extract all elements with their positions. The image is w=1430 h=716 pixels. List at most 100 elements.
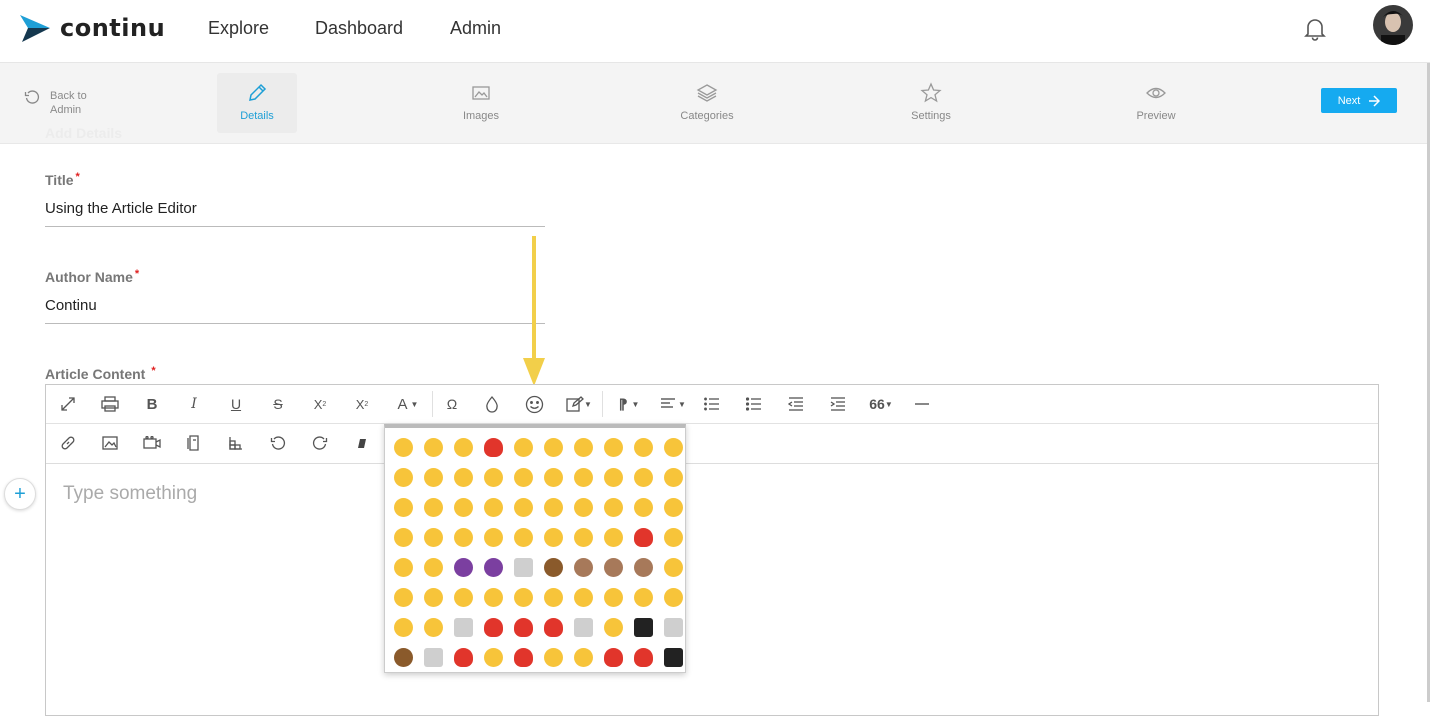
step-preview[interactable]: Preview	[1116, 73, 1196, 133]
emoji-item[interactable]	[418, 462, 448, 492]
video-icon[interactable]	[138, 432, 166, 454]
back-to-admin-link[interactable]: Back to Admin	[24, 89, 100, 117]
emoji-item[interactable]	[388, 612, 418, 642]
user-avatar[interactable]	[1373, 5, 1413, 45]
emoji-item[interactable]	[598, 552, 628, 582]
undo-icon[interactable]	[264, 432, 292, 454]
emoji-item[interactable]	[448, 492, 478, 522]
emoji-item[interactable]	[598, 612, 628, 642]
nav-admin[interactable]: Admin	[450, 18, 501, 39]
emoji-item[interactable]	[568, 432, 598, 462]
emoji-item[interactable]	[448, 612, 478, 642]
step-images[interactable]: Images	[441, 73, 521, 133]
unordered-list-icon[interactable]	[740, 393, 768, 415]
emoji-item[interactable]	[658, 612, 688, 642]
font-color-icon[interactable]: A ▼	[390, 393, 426, 415]
emoji-item[interactable]	[538, 582, 568, 612]
emoji-item[interactable]	[388, 582, 418, 612]
brand-logo[interactable]: continu	[20, 13, 165, 43]
title-input[interactable]	[45, 200, 545, 227]
notifications-bell-icon[interactable]	[1302, 16, 1328, 47]
emoji-item[interactable]	[598, 522, 628, 552]
emoji-item[interactable]	[508, 642, 538, 672]
emoji-item[interactable]	[508, 612, 538, 642]
emoji-item[interactable]	[568, 522, 598, 552]
emoji-item[interactable]	[598, 432, 628, 462]
emoji-item[interactable]	[628, 492, 658, 522]
emoji-item[interactable]	[538, 462, 568, 492]
emoji-item[interactable]	[508, 462, 538, 492]
strikethrough-icon[interactable]: S	[264, 393, 292, 415]
step-categories[interactable]: Categories	[667, 73, 747, 133]
emoji-item[interactable]	[568, 642, 598, 672]
indent-icon[interactable]	[824, 393, 852, 415]
fullscreen-icon[interactable]	[54, 393, 82, 415]
emoji-item[interactable]	[448, 642, 478, 672]
emoji-item[interactable]	[598, 582, 628, 612]
emoji-item[interactable]	[538, 612, 568, 642]
emoji-item[interactable]	[538, 432, 568, 462]
emoji-item[interactable]	[658, 432, 688, 462]
quote-icon[interactable]: 66 ▼	[866, 393, 896, 415]
emoji-item[interactable]	[658, 642, 688, 672]
emoji-item[interactable]	[448, 522, 478, 552]
emoji-item[interactable]	[418, 522, 448, 552]
emoji-item[interactable]	[598, 642, 628, 672]
emoji-item[interactable]	[448, 552, 478, 582]
emoji-item[interactable]	[478, 582, 508, 612]
emoji-item[interactable]	[658, 582, 688, 612]
emoji-item[interactable]	[568, 552, 598, 582]
print-icon[interactable]	[96, 393, 124, 415]
emoji-icon[interactable]	[520, 393, 548, 415]
emoji-item[interactable]	[568, 492, 598, 522]
superscript-icon[interactable]: X2	[348, 393, 376, 415]
bold-icon[interactable]: B	[138, 393, 166, 415]
emoji-item[interactable]	[568, 582, 598, 612]
emoji-item[interactable]	[538, 552, 568, 582]
subscript-icon[interactable]: X2	[306, 393, 334, 415]
image-icon[interactable]	[96, 432, 124, 454]
table-icon[interactable]	[222, 432, 250, 454]
ink-icon[interactable]	[478, 393, 506, 415]
emoji-item[interactable]	[628, 552, 658, 582]
emoji-item[interactable]	[418, 612, 448, 642]
outdent-icon[interactable]	[782, 393, 810, 415]
emoji-item[interactable]	[628, 612, 658, 642]
next-button[interactable]: Next	[1321, 88, 1397, 113]
emoji-item[interactable]	[598, 462, 628, 492]
align-icon[interactable]: ▼	[656, 393, 690, 415]
emoji-item[interactable]	[388, 462, 418, 492]
emoji-item[interactable]	[478, 552, 508, 582]
step-details[interactable]: Details	[217, 73, 297, 133]
redo-icon[interactable]	[306, 432, 334, 454]
emoji-item[interactable]	[478, 642, 508, 672]
emoji-item[interactable]	[628, 432, 658, 462]
emoji-item[interactable]	[448, 432, 478, 462]
emoji-item[interactable]	[418, 582, 448, 612]
nav-explore[interactable]: Explore	[208, 18, 269, 39]
emoji-item[interactable]	[658, 462, 688, 492]
content-placeholder[interactable]: Type something	[63, 483, 197, 505]
file-icon[interactable]	[180, 432, 208, 454]
author-input[interactable]	[45, 297, 545, 324]
emoji-item[interactable]	[388, 492, 418, 522]
paragraph-icon[interactable]: ⁋ ▼	[612, 393, 646, 415]
emoji-item[interactable]	[478, 522, 508, 552]
emoji-item[interactable]	[478, 612, 508, 642]
emoji-item[interactable]	[418, 432, 448, 462]
emoji-item[interactable]	[658, 522, 688, 552]
add-block-button[interactable]: +	[4, 478, 36, 510]
edit-icon[interactable]: ▼	[562, 393, 596, 415]
emoji-item[interactable]	[538, 492, 568, 522]
emoji-item[interactable]	[418, 642, 448, 672]
emoji-item[interactable]	[628, 642, 658, 672]
emoji-item[interactable]	[568, 612, 598, 642]
emoji-item[interactable]	[478, 492, 508, 522]
emoji-item[interactable]	[568, 462, 598, 492]
emoji-item[interactable]	[448, 582, 478, 612]
emoji-item[interactable]	[478, 432, 508, 462]
emoji-item[interactable]	[508, 522, 538, 552]
emoji-item[interactable]	[478, 462, 508, 492]
emoji-item[interactable]	[538, 522, 568, 552]
underline-icon[interactable]: U	[222, 393, 250, 415]
